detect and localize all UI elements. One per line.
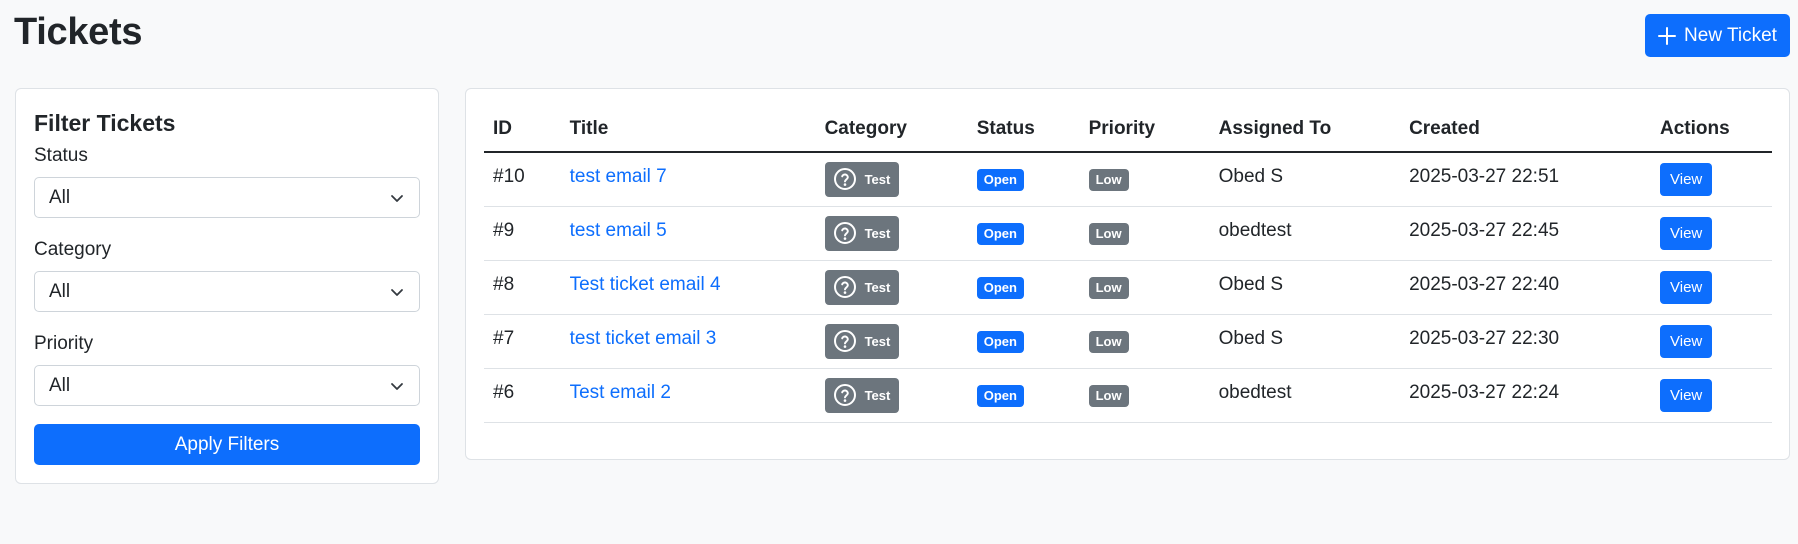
priority-badge: Low [1088,385,1129,407]
ticket-title-link[interactable]: test email 5 [570,220,667,241]
header-priority: Priority [1079,107,1210,153]
priority-badge: Low [1088,277,1129,299]
status-badge: Open [976,385,1024,407]
category-badge: Test [824,269,900,305]
priority-select-value: All [49,374,71,396]
header-created: Created [1400,107,1651,153]
created-date: 2025-03-27 22:40 [1400,260,1651,315]
chevron-down-icon [389,378,405,394]
priority-badge: Low [1088,169,1129,191]
created-date: 2025-03-27 22:51 [1400,152,1651,207]
filter-panel: Filter Tickets Status All Category All P… [15,88,439,484]
table-row: #7 test ticket email 3 Test Open Low Obe… [484,314,1772,369]
ticket-title-link[interactable]: Test email 2 [570,382,671,403]
question-circle-icon [833,167,857,191]
status-badge: Open [976,223,1024,245]
chevron-down-icon [389,190,405,206]
view-button[interactable]: View [1660,379,1713,412]
assigned-to: Obed S [1209,260,1401,315]
priority-select[interactable]: All [34,365,420,406]
plus-icon [1658,26,1677,45]
header-status: Status [967,107,1080,153]
status-badge: Open [976,169,1024,191]
priority-badge: Low [1088,223,1129,245]
status-filter-label: Status [34,145,88,166]
header-assigned-to: Assigned To [1209,107,1401,153]
created-date: 2025-03-27 22:30 [1400,314,1651,369]
assigned-to: obedtest [1209,368,1401,423]
question-circle-icon [833,383,857,407]
category-badge-label: Test [864,333,891,349]
status-select[interactable]: All [34,177,420,218]
created-date: 2025-03-27 22:24 [1400,368,1651,423]
apply-filters-button[interactable]: Apply Filters [34,424,420,465]
table-row: #10 test email 7 Test Open Low Obed S 20… [484,152,1772,207]
category-select[interactable]: All [34,271,420,312]
status-badge: Open [976,277,1024,299]
view-button[interactable]: View [1660,163,1713,196]
table-row: #8 Test ticket email 4 Test Open Low Obe… [484,260,1772,315]
category-badge-label: Test [864,279,891,295]
filter-title: Filter Tickets [34,110,176,136]
category-filter-label: Category [34,239,112,260]
ticket-id: #6 [484,368,561,423]
ticket-id: #7 [484,314,561,369]
assigned-to: obedtest [1209,206,1401,261]
ticket-id: #8 [484,260,561,315]
table-row: #6 Test email 2 Test Open Low obedtest 2… [484,368,1772,423]
question-circle-icon [833,221,857,245]
question-circle-icon [833,329,857,353]
new-ticket-button[interactable]: New Ticket [1645,14,1790,57]
status-badge: Open [976,331,1024,353]
view-button[interactable]: View [1660,325,1713,358]
view-button[interactable]: View [1660,217,1713,250]
category-badge: Test [824,323,900,359]
ticket-title-link[interactable]: Test ticket email 4 [570,274,721,295]
question-circle-icon [833,275,857,299]
category-badge-label: Test [864,225,891,241]
category-select-value: All [49,280,71,302]
tickets-table-card: ID Title Category Status Priority Assign… [465,88,1790,460]
assigned-to: Obed S [1209,314,1401,369]
new-ticket-label: New Ticket [1684,24,1777,46]
header-actions: Actions [1651,107,1772,153]
ticket-id: #10 [484,152,561,207]
ticket-id: #9 [484,206,561,261]
assigned-to: Obed S [1209,152,1401,207]
category-badge-label: Test [864,387,891,403]
status-select-value: All [49,186,71,208]
category-badge: Test [824,377,900,413]
tickets-table: ID Title Category Status Priority Assign… [484,107,1772,423]
page-title: Tickets [14,11,143,53]
priority-badge: Low [1088,331,1129,353]
category-badge: Test [824,215,900,251]
header-id: ID [484,107,561,153]
ticket-title-link[interactable]: test ticket email 3 [570,328,717,349]
table-header-row: ID Title Category Status Priority Assign… [484,107,1772,153]
view-button[interactable]: View [1660,271,1713,304]
priority-filter-label: Priority [34,333,94,354]
table-row: #9 test email 5 Test Open Low obedtest 2… [484,206,1772,261]
chevron-down-icon [389,284,405,300]
header-category: Category [815,107,968,153]
header-title: Title [560,107,816,153]
created-date: 2025-03-27 22:45 [1400,206,1651,261]
category-badge: Test [824,161,900,197]
ticket-title-link[interactable]: test email 7 [570,166,667,187]
category-badge-label: Test [864,171,891,187]
